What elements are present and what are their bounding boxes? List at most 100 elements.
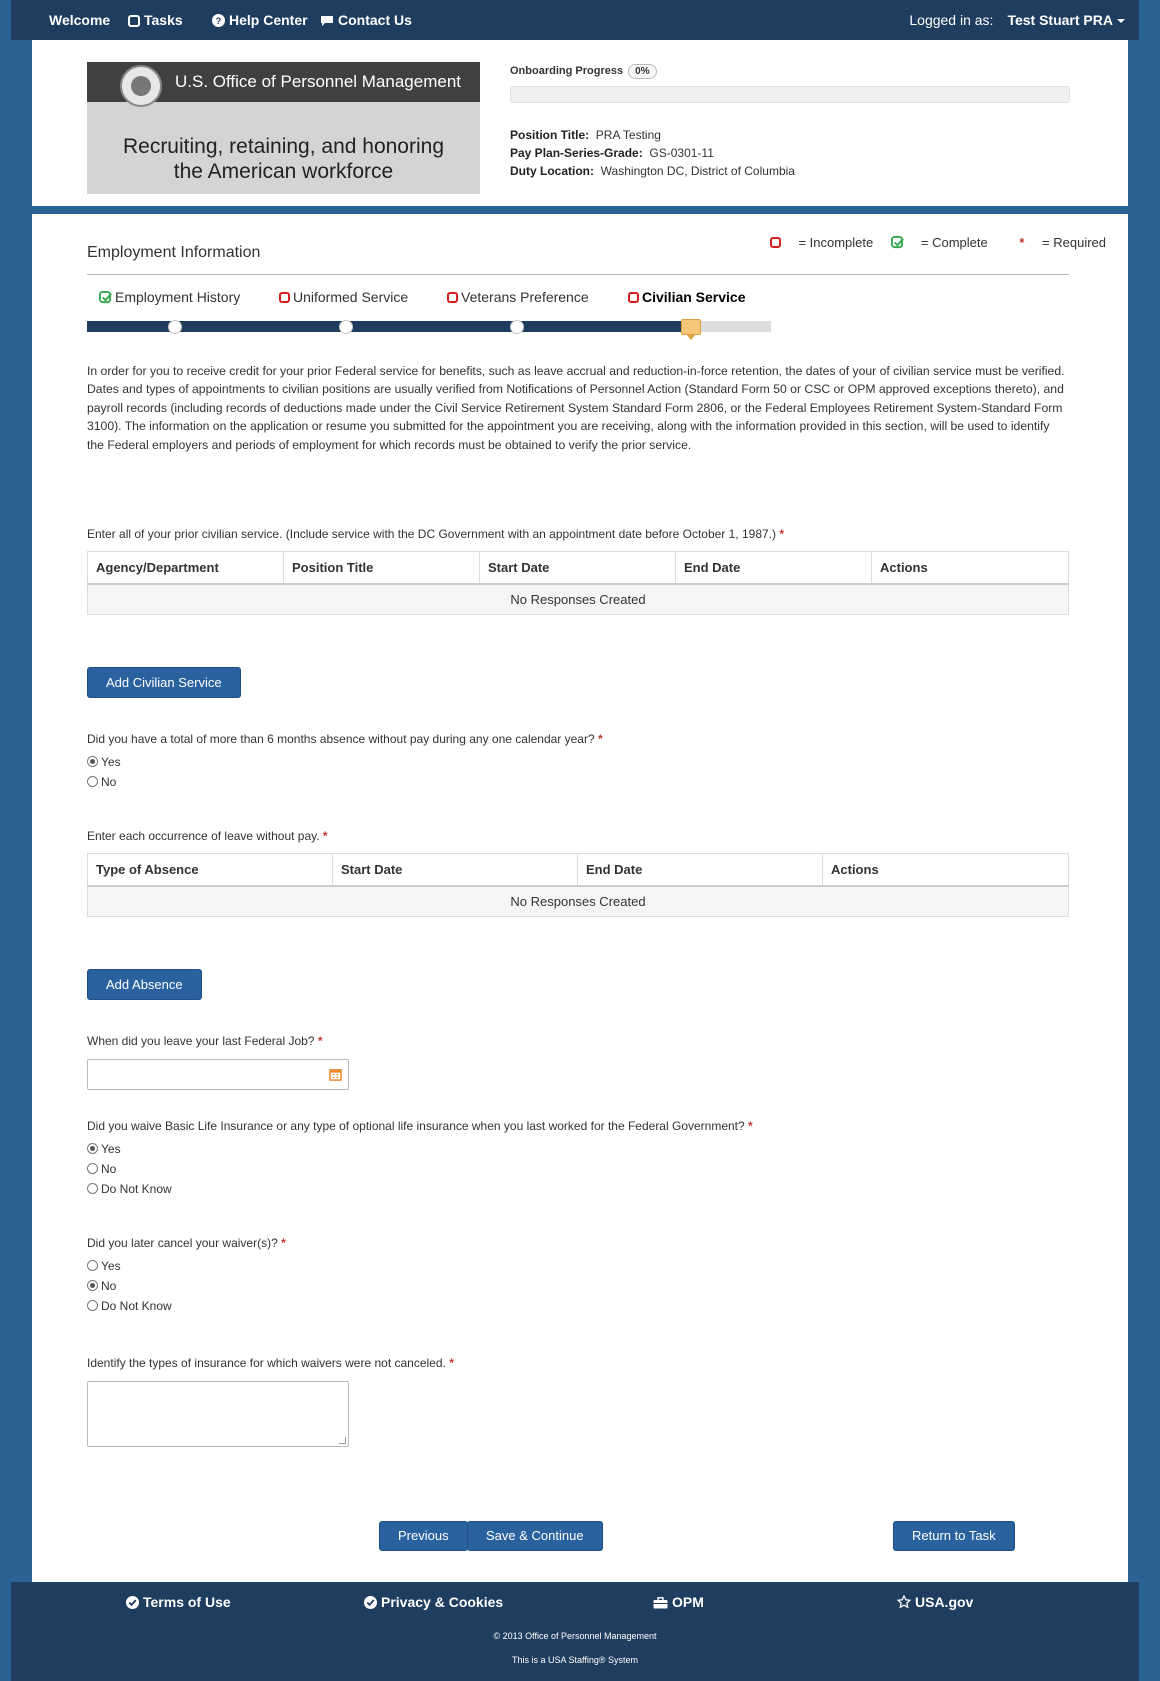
radio-no[interactable]: No [87,1159,172,1179]
radio-button[interactable] [87,1183,98,1194]
step-dot [168,320,182,334]
legend-complete-text: = Complete [920,235,988,250]
calendar-icon[interactable] [329,1068,342,1081]
insurance-types-textarea[interactable] [87,1381,349,1447]
footer-opm-link[interactable]: OPM [653,1594,704,1610]
radio-no[interactable]: No [87,1276,172,1296]
radio-label: No [101,1279,117,1293]
legend-complete: = Complete [890,235,988,250]
step-label: Uniformed Service [293,289,409,305]
step-dot [510,320,524,334]
last-federal-job-text: When did you leave your last Federal Job… [87,1034,315,1048]
incomplete-square-icon [628,292,639,303]
nav-welcome[interactable]: Welcome [49,12,110,28]
top-nav: Welcome Tasks ? Help Center Contact Us Lo… [11,0,1139,40]
radio-button[interactable] [87,1260,98,1271]
onboarding-progress-label: Onboarding Progress 0% [510,64,657,79]
radio-do-not-know[interactable]: Do Not Know [87,1179,172,1199]
add-civilian-service-button[interactable]: Add Civilian Service [87,667,241,698]
legend-required-text: = Required [1042,235,1106,250]
star-icon [896,1594,912,1609]
footer-staffing-text: This is a USA Staffing® System [511,1655,638,1665]
radio-label: No [101,1162,117,1176]
question-circle-icon: ? [212,14,225,27]
header-panel: U.S. Office of Personnel Management Recr… [32,40,1128,206]
radio-button[interactable] [87,1143,98,1154]
check-square-icon [890,236,904,249]
radio-label: Do Not Know [101,1182,172,1196]
legend-required: * = Required [1005,235,1106,250]
onboarding-progress-bar [510,86,1070,103]
footer-terms-link[interactable]: Terms of Use [126,1594,231,1610]
section-divider [87,274,1069,275]
required-star: * [1019,235,1025,250]
required-star: * [779,527,785,541]
footer-usa-gov-label: USA.gov [915,1594,974,1610]
last-federal-job-prompt: When did you leave your last Federal Job… [87,1034,322,1048]
civilian-service-table: Agency/Department Position Title Start D… [87,551,1069,615]
required-star: * [449,1356,454,1370]
civilian-service-prompt: Enter all of your prior civilian service… [87,527,784,541]
step-veterans-preference[interactable]: Veterans Preference [447,289,589,305]
save-continue-button[interactable]: Save & Continue [467,1521,603,1551]
required-star: * [281,1236,286,1250]
step-dot [339,320,353,334]
briefcase-icon [653,1597,668,1609]
footer: Terms of Use Privacy & Cookies OPM USA.g… [11,1582,1139,1681]
radio-button[interactable] [87,1163,98,1174]
resize-handle-icon[interactable] [339,1437,346,1444]
step-label: Employment History [115,289,241,305]
add-absence-button[interactable]: Add Absence [87,969,202,1000]
nav-tasks[interactable]: Tasks [128,12,183,28]
nav-help-center[interactable]: ? Help Center [212,12,308,28]
radio-label: No [101,775,117,789]
main-panel: Employment Information = Incomplete = Co… [32,214,1128,1582]
pay-plan-label: Pay Plan-Series-Grade: [510,146,643,160]
footer-usa-gov-link[interactable]: USA.gov [896,1594,974,1610]
radio-button[interactable] [87,1300,98,1311]
leave-without-pay-text: Enter each occurrence of leave without p… [87,829,320,843]
column-header: Start Date [479,551,676,585]
radio-do-not-know[interactable]: Do Not Know [87,1296,172,1316]
previous-button[interactable]: Previous [379,1521,468,1551]
position-title-label: Position Title: [510,128,590,142]
radio-button[interactable] [87,756,98,767]
radio-button[interactable] [87,1280,98,1291]
svg-text:?: ? [216,16,222,26]
radio-button[interactable] [87,776,98,787]
intro-text: In order for you to receive credit for y… [87,364,1065,452]
user-name: Test Stuart PRA [1007,12,1113,28]
empty-row: No Responses Created [87,583,1069,615]
position-title-value: PRA Testing [595,128,661,142]
check-square-icon [99,291,112,304]
radio-no[interactable]: No [87,772,121,792]
step-uniformed-service[interactable]: Uniformed Service [279,289,408,305]
radio-yes[interactable]: Yes [87,752,121,772]
duty-location-label: Duty Location: [510,164,594,178]
radio-label: Yes [101,755,121,769]
column-header: Actions [822,853,1069,887]
required-star: * [598,732,603,746]
logo-tagline: Recruiting, retaining, and honoring the … [87,134,480,184]
required-star: * [322,829,328,843]
column-header: End Date [577,853,823,887]
radio-yes[interactable]: Yes [87,1256,172,1276]
duty-location-value: Washington DC, District of Columbia [600,164,795,178]
user-menu[interactable]: Logged in as: Test Stuart PRA [909,12,1125,28]
return-to-task-button[interactable]: Return to Task [893,1521,1015,1551]
insurance-types-text: Identify the types of insurance for whic… [87,1356,446,1370]
position-info: Position Title: PRA Testing Pay Plan-Ser… [510,126,795,180]
radio-yes[interactable]: Yes [87,1139,172,1159]
nav-contact-us[interactable]: Contact Us [320,12,412,28]
logged-in-label: Logged in as: [909,12,994,28]
radio-label: Do Not Know [101,1299,172,1313]
status-legend: = Incomplete = Complete * = Required [756,235,1106,250]
step-tracker: Employment History Uniformed Service Vet… [87,289,787,349]
incomplete-square-icon [279,292,290,303]
last-federal-job-date-input[interactable] [87,1059,349,1090]
waive-insurance-text: Did you waive Basic Life Insurance or an… [87,1119,745,1133]
step-civilian-service[interactable]: Civilian Service [628,289,746,305]
footer-privacy-link[interactable]: Privacy & Cookies [364,1594,503,1610]
step-label: Veterans Preference [461,289,589,305]
step-employment-history[interactable]: Employment History [99,289,240,305]
